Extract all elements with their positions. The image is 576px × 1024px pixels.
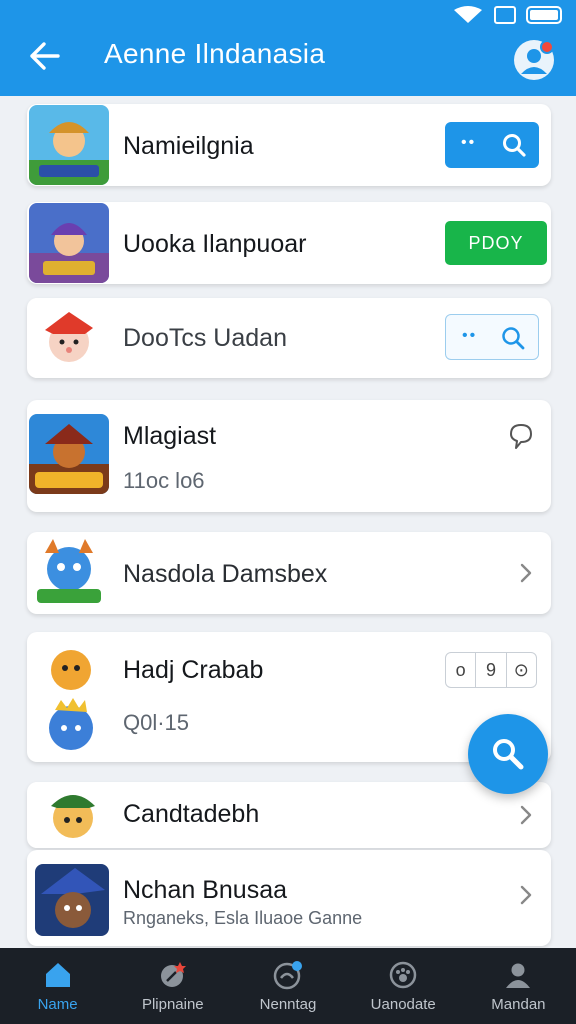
- nav-label: Plipnaine: [141, 996, 204, 1013]
- nav-label: Name: [37, 996, 78, 1013]
- page-title: Aenne Ilndanasia: [104, 38, 326, 69]
- list-item[interactable]: Uooka Ilanpuoar PDOY: [27, 202, 551, 284]
- dots-icon: ••: [461, 134, 477, 151]
- chevron-right-icon[interactable]: [517, 804, 535, 826]
- list-item[interactable]: DooTcs Uadan ••: [27, 298, 551, 378]
- option-button[interactable]: 9: [476, 653, 507, 687]
- option-buttons: o 9 ⊙: [445, 652, 537, 688]
- item-name: Candtadebh: [123, 800, 260, 828]
- status-bar: [452, 6, 562, 24]
- search-icon: [502, 327, 525, 350]
- app-bar: Aenne Ilndanasia: [0, 0, 576, 96]
- item-name: Uooka Ilanpuoar: [123, 230, 307, 258]
- list-item[interactable]: Candtadebh: [27, 782, 551, 848]
- item-name: DooTcs Uadan: [123, 324, 287, 352]
- nav-item-paw[interactable]: Uanodate: [346, 948, 461, 1024]
- item-name: Nasdola Damsbex: [123, 560, 328, 588]
- item-name: Hadj Crabab: [123, 656, 264, 684]
- list-item[interactable]: Nasdola Damsbex: [27, 532, 551, 614]
- home-icon: [45, 963, 70, 987]
- game-icon: [29, 105, 109, 185]
- play-button[interactable]: PDOY: [445, 221, 547, 265]
- list-item[interactable]: Nchan Bnusaa Rnganeks, Esla Iluaoe Ganne: [27, 850, 551, 946]
- option-button[interactable]: o: [446, 653, 477, 687]
- nav-item-home[interactable]: Name: [0, 948, 115, 1024]
- game-icon: [35, 864, 109, 936]
- list-item[interactable]: Mlagiast 11oc lo6: [27, 400, 551, 512]
- list-item[interactable]: Namieilgnia ••: [27, 104, 551, 186]
- item-subtitle: Q0l·15: [123, 710, 190, 735]
- paw-icon: [389, 961, 417, 989]
- game-icon: [29, 782, 109, 848]
- game-icon: [29, 203, 109, 283]
- notification-dot: [540, 40, 554, 54]
- pin-icon: [160, 962, 186, 987]
- search-button-outline[interactable]: ••: [445, 314, 539, 360]
- dots-icon: ••: [462, 327, 478, 344]
- search-button[interactable]: ••: [445, 122, 539, 168]
- search-icon: [503, 134, 526, 157]
- search-icon: [493, 739, 524, 770]
- nav-label: Nenntag: [259, 996, 317, 1013]
- arrow-left-icon[interactable]: [26, 40, 62, 72]
- option-button[interactable]: ⊙: [507, 653, 536, 687]
- game-icon: [29, 298, 109, 378]
- chevron-right-icon[interactable]: [517, 562, 535, 584]
- bottom-nav: Name Plipnaine Nenntag Uanodate Mandan: [0, 948, 576, 1024]
- battery-icon: [526, 6, 562, 24]
- nav-item-profile[interactable]: Mandan: [461, 948, 576, 1024]
- nav-item-game[interactable]: Nenntag: [230, 948, 345, 1024]
- item-name: Mlagiast: [123, 422, 217, 450]
- chevron-right-icon[interactable]: [517, 884, 535, 906]
- game-icon: [29, 533, 109, 613]
- wifi-icon: [454, 6, 482, 23]
- item-subtitle: 11oc lo6: [123, 468, 205, 493]
- item-name: Nchan Bnusaa: [123, 876, 288, 904]
- nav-label: Uanodate: [370, 996, 436, 1013]
- profile-button[interactable]: [512, 38, 556, 82]
- nav-label: Mandan: [491, 996, 546, 1013]
- person-icon: [506, 963, 531, 988]
- nav-item-pin[interactable]: Plipnaine: [115, 948, 230, 1024]
- item-subtitle: Rnganeks, Esla Iluaoe Ganne: [123, 908, 363, 928]
- comment-icon[interactable]: [507, 422, 535, 450]
- game-icon: [29, 414, 109, 494]
- game-icon: [29, 636, 109, 758]
- game-controller-icon: [273, 961, 302, 990]
- sim-icon: [494, 6, 516, 24]
- item-name: Namieilgnia: [123, 132, 254, 160]
- search-fab[interactable]: [468, 714, 548, 794]
